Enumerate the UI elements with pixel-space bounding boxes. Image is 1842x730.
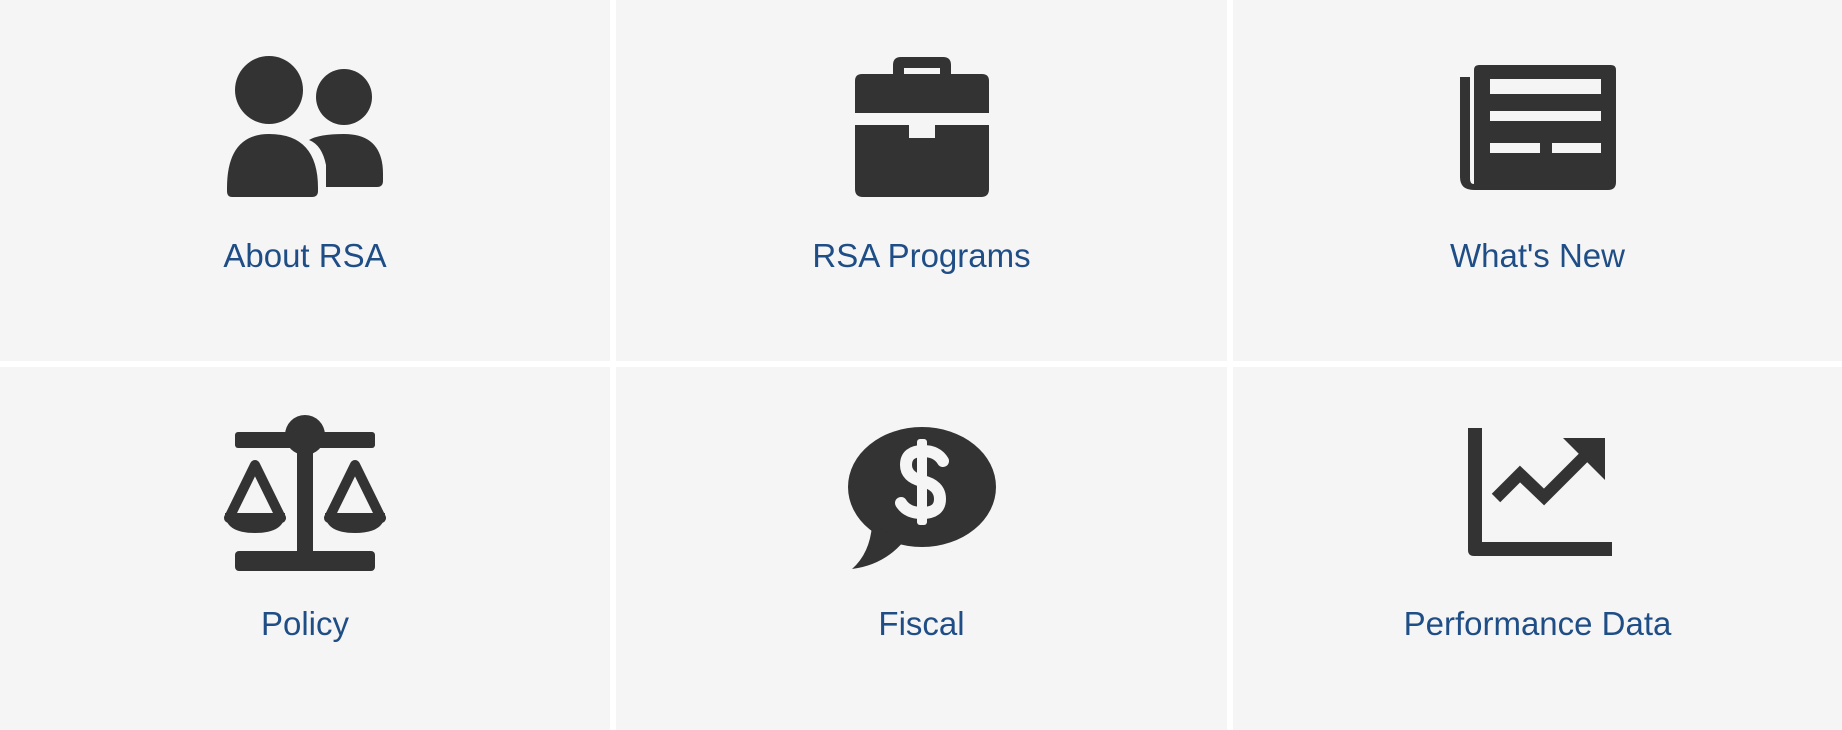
- tile-performance-data[interactable]: Performance Data: [1233, 367, 1842, 730]
- tile-whats-new[interactable]: What's New: [1233, 0, 1842, 361]
- tile-label: RSA Programs: [812, 237, 1031, 274]
- tile-rsa-programs[interactable]: RSA Programs: [616, 0, 1227, 361]
- tile-label: What's New: [1449, 237, 1625, 274]
- briefcase-icon: [822, 45, 1022, 205]
- tile-label: About RSA: [223, 237, 387, 274]
- line-chart-icon: [1438, 413, 1638, 573]
- tile-policy[interactable]: Policy: [0, 367, 610, 730]
- scales-icon: [205, 413, 405, 573]
- users-icon: [205, 45, 405, 205]
- newspaper-icon: [1438, 45, 1638, 205]
- tile-label: Fiscal: [878, 605, 965, 642]
- tile-about-rsa[interactable]: About RSA: [0, 0, 610, 361]
- dollar-speech-bubble-icon: [822, 413, 1022, 573]
- tile-label: Performance Data: [1403, 605, 1672, 642]
- tile-label: Policy: [260, 605, 350, 642]
- navigation-tile-grid: About RSA RSA Programs What's New Policy…: [0, 0, 1842, 730]
- tile-fiscal[interactable]: Fiscal: [616, 367, 1227, 730]
